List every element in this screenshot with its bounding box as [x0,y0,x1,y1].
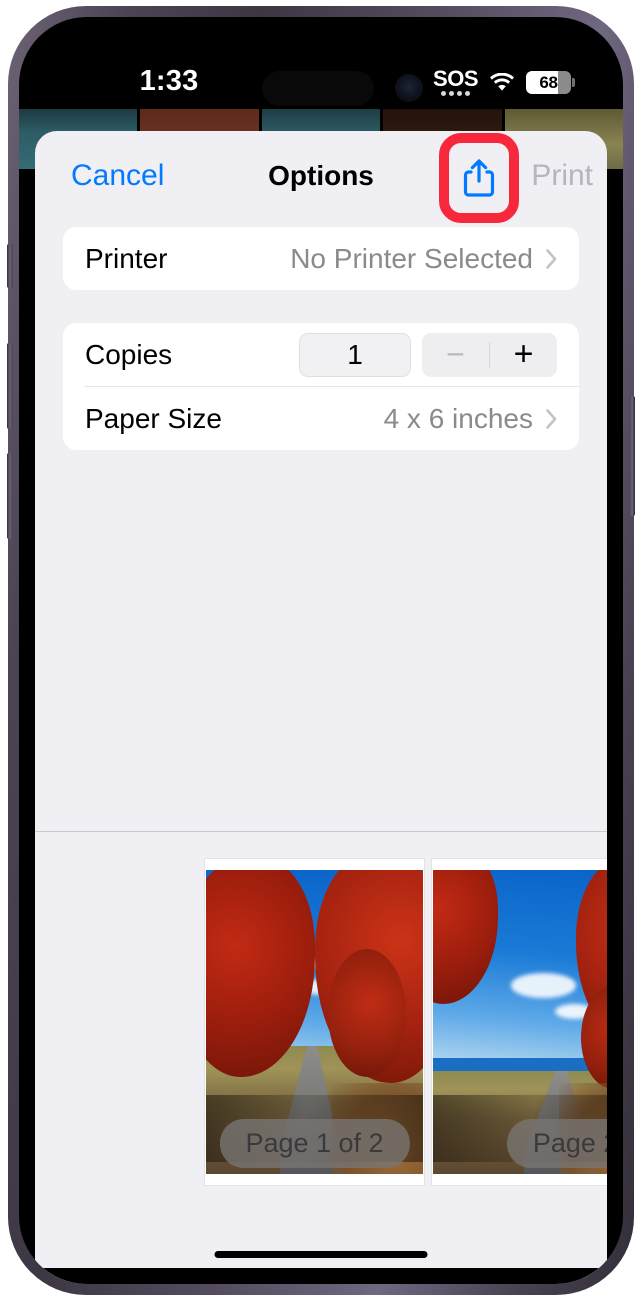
dynamic-island [262,71,374,106]
phone-frame: 1:33 SOS 68 Cancel Options Print Printer… [7,6,635,1295]
volume-down-button[interactable] [7,453,13,539]
silence-switch[interactable] [7,244,13,288]
print-button[interactable]: Print [531,159,593,193]
paper-size-row-value: 4 x 6 inches [383,402,533,434]
copies-increment-button[interactable]: + [490,333,557,377]
status-bar: 1:33 SOS 68 [19,17,623,106]
sos-indicator: SOS [433,66,478,96]
status-bar-indicators: SOS 68 [433,66,575,96]
page-thumbnail[interactable]: Page 1 of 2 [205,859,424,1185]
tree [228,937,302,1071]
signal-dots-icon [441,91,471,96]
volume-up-button[interactable] [7,343,13,429]
tree [327,949,406,1077]
printer-row-value: No Printer Selected [290,242,533,274]
phone-screen: 1:33 SOS 68 Cancel Options Print Printer… [19,17,623,1284]
share-icon [463,159,495,197]
front-camera-icon [395,74,423,102]
chevron-right-icon [546,408,557,429]
copies-decrement-button[interactable]: − [422,333,489,377]
printer-card: Printer No Printer Selected [63,227,579,290]
printer-row-label: Printer [85,242,168,274]
paper-size-row[interactable]: Paper Size 4 x 6 inches [63,387,579,450]
paper-size-row-label: Paper Size [85,402,222,434]
printer-row[interactable]: Printer No Printer Selected [63,227,579,290]
page-title: Options [268,160,374,191]
wifi-icon [490,73,514,91]
status-bar-time: 1:33 [139,65,199,97]
chevron-right-icon [546,248,557,269]
page-badge: Page 1 of 2 [219,1119,410,1168]
page-thumbnail-scroller[interactable]: Page 1 of 2 Page [205,859,607,1185]
copies-value[interactable]: 1 [299,332,411,377]
share-button[interactable] [457,156,501,200]
battery-cap [572,78,575,87]
tree [468,961,546,1083]
power-button[interactable] [629,396,635,516]
print-options-sheet: Cancel Options Print Printer No Printer … [35,131,607,1284]
battery-percent: 68 [539,72,558,92]
page-preview-area: Page 1 of 2 Page [35,832,607,1284]
sheet-header: Cancel Options Print [35,131,607,223]
quantity-stepper: − + [422,332,557,377]
copies-row-label: Copies [85,338,173,370]
print-settings-card: Copies 1 − + Paper Size 4 x 6 inches [63,323,579,450]
page-thumbnail[interactable]: Page 2 of 2 [432,859,607,1185]
page-badge: Page 2 of 2 [506,1119,607,1168]
bottom-bar [19,1268,623,1284]
copies-row: Copies 1 − + [63,323,579,386]
home-indicator[interactable] [214,1251,428,1258]
sos-label: SOS [433,66,478,91]
battery-indicator: 68 [526,71,575,94]
